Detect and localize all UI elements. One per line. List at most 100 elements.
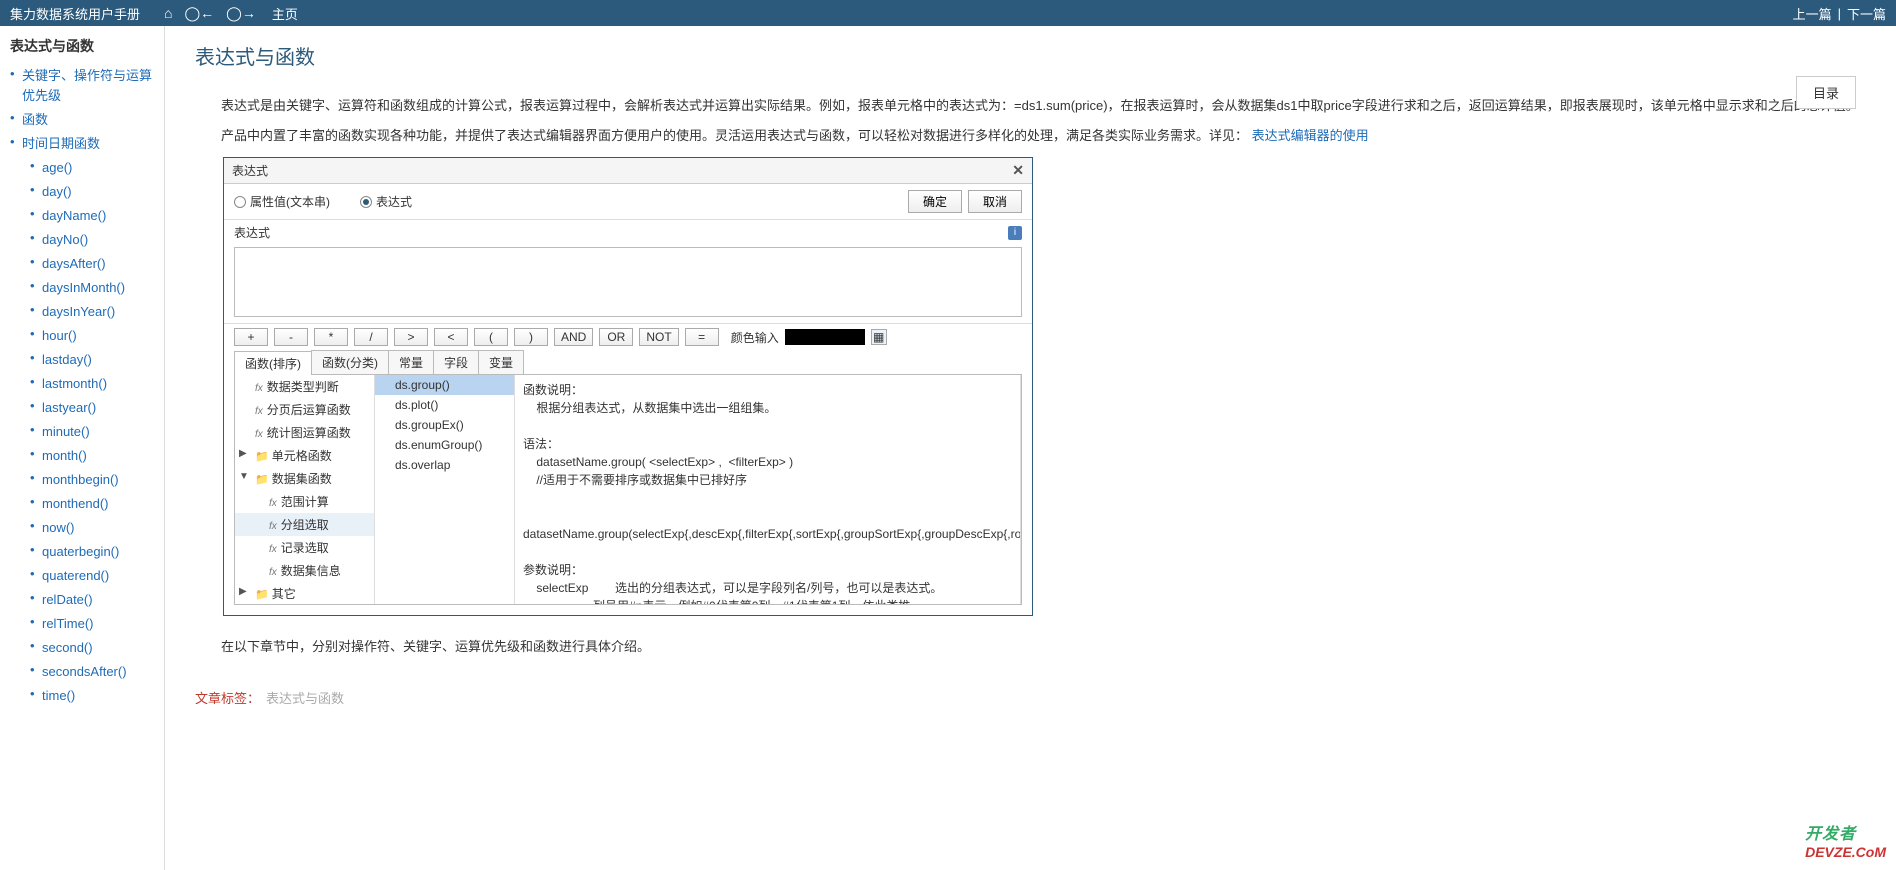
sidebar-subitem[interactable]: time() — [42, 688, 75, 703]
sidebar-subitem[interactable]: now() — [42, 520, 75, 535]
function-list-item[interactable]: ds.plot() — [375, 395, 514, 415]
chevron-right-icon: ▶ — [239, 448, 247, 459]
tree-item[interactable]: 分页后运算函数 — [235, 398, 374, 421]
home-label[interactable]: 主页 — [272, 4, 298, 23]
sidebar-subitem[interactable]: second() — [42, 640, 93, 655]
sidebar-subitem[interactable]: monthend() — [42, 496, 108, 511]
sidebar-subitem[interactable]: lastmonth() — [42, 376, 107, 391]
radio-property-value[interactable]: 属性值(文本串) — [234, 193, 330, 210]
sidebar-subitem[interactable]: daysInMonth() — [42, 280, 125, 295]
tree-item[interactable]: 数据集信息 — [235, 559, 374, 582]
operator-button[interactable]: > — [394, 328, 428, 346]
operator-button[interactable]: OR — [599, 328, 633, 346]
close-icon[interactable]: ✕ — [1012, 162, 1024, 179]
expression-section-label: 表达式 — [234, 224, 270, 241]
operator-button[interactable]: < — [434, 328, 468, 346]
radio-icon — [360, 196, 372, 208]
page-title: 表达式与函数 — [195, 41, 1866, 70]
sidebar-subitem[interactable]: day() — [42, 184, 72, 199]
function-list-item[interactable]: ds.enumGroup() — [375, 435, 514, 455]
dialog-title: 表达式 — [232, 162, 268, 179]
sidebar-item[interactable]: 时间日期函数 — [22, 136, 100, 151]
operator-row: +-* / > < () AND OR NOT = 颜色输入 ▦ — [224, 323, 1032, 350]
sidebar-subitem[interactable]: dayNo() — [42, 232, 88, 247]
sidebar-subitem[interactable]: lastyear() — [42, 400, 96, 415]
nav-back-icon[interactable]: ◯← — [184, 5, 214, 22]
chevron-right-icon: ▶ — [239, 586, 247, 597]
content: 表达式与函数 目录 表达式是由关键字、运算符和函数组成的计算公式，报表运算过程中… — [165, 26, 1896, 870]
operator-button[interactable]: - — [274, 328, 308, 346]
sidebar-subitem[interactable]: minute() — [42, 424, 90, 439]
operator-button[interactable]: / — [354, 328, 388, 346]
sidebar-subitem[interactable]: quaterbegin() — [42, 544, 119, 559]
nav-forward-icon[interactable]: ◯→ — [226, 5, 256, 22]
cancel-button[interactable]: 取消 — [968, 190, 1022, 213]
dialog-tab[interactable]: 常量 — [388, 350, 434, 374]
tree-item[interactable]: 分组选取 — [235, 513, 374, 536]
sidebar-subitem[interactable]: dayName() — [42, 208, 106, 223]
tree-item[interactable]: 统计图运算函数 — [235, 421, 374, 444]
tree-item[interactable]: ▶其它 — [235, 582, 374, 604]
tree-item[interactable]: ▶单元格函数 — [235, 444, 374, 467]
sidebar-subitem[interactable]: daysInYear() — [42, 304, 115, 319]
tree-item[interactable]: 范围计算 — [235, 490, 374, 513]
operator-button[interactable]: NOT — [639, 328, 678, 346]
app-title: 集力数据系统用户手册 — [10, 4, 140, 23]
color-input-label: 颜色输入 — [731, 329, 779, 346]
intro-paragraph-1: 表达式是由关键字、运算符和函数组成的计算公式，报表运算过程中，会解析表达式并运算… — [195, 95, 1866, 117]
sidebar-item[interactable]: 关键字、操作符与运算优先级 — [22, 68, 152, 103]
tree-item[interactable]: ▼数据集函数 — [235, 467, 374, 490]
expression-textarea[interactable] — [234, 247, 1022, 317]
toc-button[interactable]: 目录 — [1796, 76, 1856, 109]
operator-button[interactable]: ( — [474, 328, 508, 346]
sidebar-subitem[interactable]: daysAfter() — [42, 256, 106, 271]
operator-button[interactable]: + — [234, 328, 268, 346]
dialog-tabs: 函数(排序)函数(分类)常量字段变量 — [234, 350, 1022, 375]
expression-dialog: 表达式 ✕ 属性值(文本串) 表达式 确定 取消 表达式 i — [223, 157, 1033, 616]
ok-button[interactable]: 确定 — [908, 190, 962, 213]
next-article-link[interactable]: 下一篇 — [1847, 4, 1886, 23]
editor-usage-link[interactable]: 表达式编辑器的使用 — [1252, 128, 1369, 143]
prev-article-link[interactable]: 上一篇 — [1793, 4, 1832, 23]
outro-paragraph: 在以下章节中，分别对操作符、关键字、运算优先级和函数进行具体介绍。 — [195, 636, 1866, 658]
category-tree-panel: 数据类型判断分页后运算函数统计图运算函数▶单元格函数▼数据集函数范围计算分组选取… — [235, 375, 375, 604]
sidebar-subitem[interactable]: secondsAfter() — [42, 664, 127, 679]
sidebar-subitem[interactable]: age() — [42, 160, 72, 175]
sidebar-subitem[interactable]: monthbegin() — [42, 472, 119, 487]
color-swatch[interactable] — [785, 329, 865, 345]
function-list-item[interactable]: ds.group() — [375, 375, 514, 395]
radio-expression[interactable]: 表达式 — [360, 193, 412, 210]
sidebar-subitem[interactable]: hour() — [42, 328, 77, 343]
operator-button[interactable]: ) — [514, 328, 548, 346]
radio-icon — [234, 196, 246, 208]
dialog-tab[interactable]: 变量 — [478, 350, 524, 374]
info-icon[interactable]: i — [1008, 226, 1022, 240]
home-icon[interactable]: ⌂ — [164, 5, 172, 21]
function-description-panel: 函数说明： 根据分组表达式，从数据集中选出一组组集。 语法： datasetNa… — [515, 375, 1021, 604]
tree-item[interactable]: 数据类型判断 — [235, 375, 374, 398]
sidebar-subitem[interactable]: month() — [42, 448, 87, 463]
operator-button[interactable]: AND — [554, 328, 593, 346]
sidebar-subitem[interactable]: relDate() — [42, 592, 93, 607]
function-list-item[interactable]: ds.overlap — [375, 455, 514, 475]
sidebar-subitem[interactable]: lastday() — [42, 352, 92, 367]
function-list-item[interactable]: ds.groupEx() — [375, 415, 514, 435]
sidebar-item[interactable]: 函数 — [22, 112, 48, 127]
watermark: 开发者 DEVZE.CoM — [1805, 820, 1886, 860]
header-right-nav: 上一篇 | 下一篇 — [1793, 0, 1886, 26]
dialog-titlebar: 表达式 ✕ — [224, 158, 1032, 184]
article-tags: 文章标签：表达式与函数 — [195, 688, 1866, 707]
dialog-tab[interactable]: 字段 — [433, 350, 479, 374]
header-bar: 集力数据系统用户手册 ⌂ ◯← ◯→ 主页 上一篇 | 下一篇 — [0, 0, 1896, 26]
dialog-tab[interactable]: 函数(分类) — [311, 350, 389, 374]
chevron-down-icon: ▼ — [239, 471, 249, 482]
color-add-button[interactable]: ▦ — [871, 329, 887, 345]
sidebar-title: 表达式与函数 — [10, 36, 164, 56]
intro-paragraph-2: 产品中内置了丰富的函数实现各种功能，并提供了表达式编辑器界面方便用户的使用。灵活… — [195, 125, 1866, 147]
sidebar-subitem[interactable]: quaterend() — [42, 568, 109, 583]
operator-button[interactable]: = — [685, 328, 719, 346]
operator-button[interactable]: * — [314, 328, 348, 346]
sidebar-subitem[interactable]: relTime() — [42, 616, 94, 631]
dialog-tab[interactable]: 函数(排序) — [234, 351, 312, 375]
tree-item[interactable]: 记录选取 — [235, 536, 374, 559]
